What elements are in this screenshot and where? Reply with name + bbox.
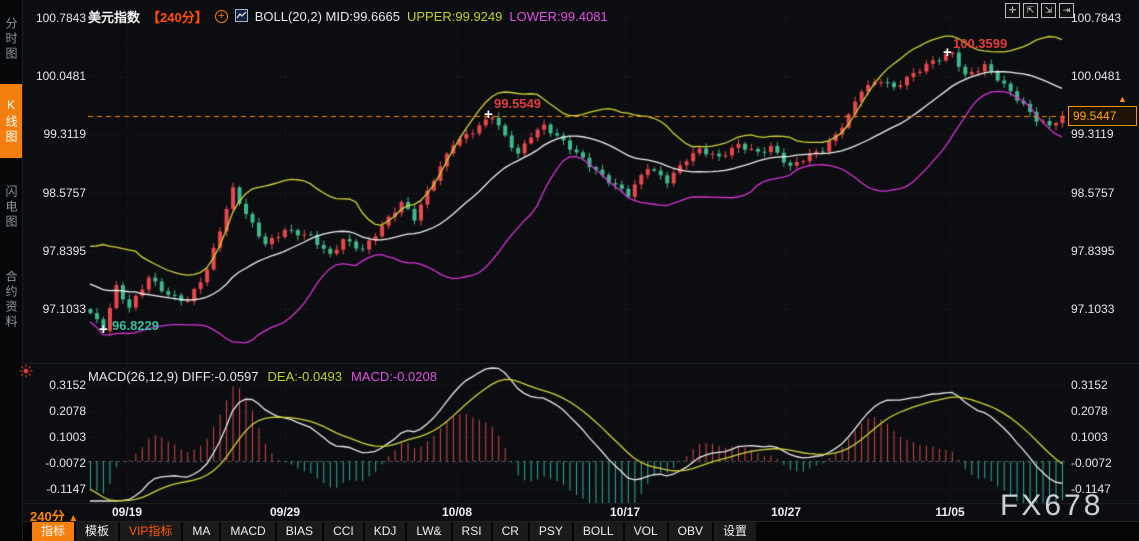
chart-tool-icons: ✛ ⇱ ⇲ ⇥ [1005, 3, 1074, 18]
macd-axis-label-left: 0.3152 [49, 378, 86, 392]
extreme-cross-marker: + [943, 44, 952, 61]
extreme-cross-marker: + [484, 106, 493, 123]
macd-axis-label-left: -0.1147 [46, 481, 86, 496]
price-axis-label-right: 100.0481 [1071, 69, 1122, 84]
toolbar-button-MA[interactable]: MA [183, 522, 220, 541]
axis-divider [23, 503, 1139, 504]
x-axis-date: 11/05 [935, 505, 965, 519]
pane-divider [23, 363, 1139, 364]
toolbar-button-KDJ[interactable]: KDJ [364, 522, 406, 541]
macd-title-bar: MACD(26,12,9) DIFF:-0.0597 DEA:-0.0493 M… [88, 369, 437, 384]
indicator-toolbar: 指标 模板 VIP指标 MA MACD BIAS CCI KDJ LW& RSI CR PSY BOLL… [32, 522, 756, 541]
toolbar-button-BOLL[interactable]: BOLL [573, 522, 623, 541]
chart-app: 分时图 K线图闪电图合约资料 美元指数 【240分】 + BOLL(20,2) M… [0, 0, 1139, 541]
macd-axis-label-right: 0.2078 [1071, 403, 1108, 418]
sidebar-tab-1[interactable]: K线图 [0, 84, 22, 158]
price-axis-label-left: 100.7843 [35, 11, 86, 25]
boll-upper-label: UPPER:99.9249 [406, 9, 503, 24]
extreme-price-annotation: 99.5549 [494, 96, 541, 111]
last-price-box: 99.5447 [1068, 105, 1137, 126]
axis-zoom-in-icon[interactable]: ⇱ [1023, 3, 1038, 18]
toolbar-button-VOL[interactable]: VOL [624, 522, 667, 541]
toolbar-button-PSY[interactable]: PSY [529, 522, 572, 541]
circle-plus-icon[interactable]: + [214, 10, 228, 23]
crosshair-icon[interactable]: ✛ [1005, 3, 1020, 18]
sidebar-tab-3[interactable]: 合约资料 [0, 254, 22, 346]
toolbar-button-MACD[interactable]: MACD [221, 522, 275, 541]
x-axis-date: 10/08 [441, 505, 473, 519]
interval-tag[interactable]: 【240分】 [147, 7, 208, 26]
axis-zoom-out-icon[interactable]: ⇲ [1041, 3, 1056, 18]
kline-chart-icon[interactable] [234, 8, 248, 25]
main-price-chart[interactable] [88, 12, 1066, 362]
macd-dea-label: DEA:-0.0493 [267, 369, 342, 384]
macd-axis-label-right: 0.3152 [1071, 378, 1108, 392]
extreme-price-annotation: 100.3599 [953, 36, 1008, 51]
macd-main-label: MACD(26,12,9) DIFF:-0.0597 [88, 369, 259, 384]
toolbar-button-VIP指标[interactable]: VIP指标 [120, 522, 182, 541]
collapse-right-icon[interactable]: ⇥ [1059, 3, 1074, 18]
watermark: FX678 [1000, 489, 1104, 522]
x-axis-date: 10/27 [770, 505, 802, 519]
toolbar-button-RSI[interactable]: RSI [452, 522, 491, 541]
x-axis-date: 09/29 [269, 505, 301, 519]
toolbar-button-CR[interactable]: CR [492, 522, 528, 541]
toolbar-button-设置[interactable]: 设置 [713, 522, 756, 541]
macd-axis-label-left: 0.1003 [49, 429, 86, 444]
price-axis-label-right: 97.1033 [1071, 301, 1115, 316]
macd-macd-label: MACD:-0.0208 [350, 369, 437, 384]
extreme-price-annotation: 96.8229 [112, 318, 159, 333]
last-price-value: 99.5447 [1073, 108, 1117, 123]
macd-axis-label-left: -0.0072 [45, 455, 86, 470]
price-marker-icon: ▲ [1118, 93, 1127, 104]
sidebar: 分时图 K线图闪电图合约资料 [0, 0, 23, 541]
toolbar-button-CCI[interactable]: CCI [324, 522, 363, 541]
price-axis-label-left: 98.5757 [42, 185, 86, 200]
extreme-cross-marker: + [99, 321, 108, 338]
alert-icon[interactable] [19, 364, 33, 378]
price-axis-label-left: 97.1033 [42, 301, 86, 316]
x-axis-date: 10/17 [609, 505, 641, 519]
price-axis-label-left: 100.0481 [35, 69, 86, 84]
macd-indicator-chart[interactable] [88, 366, 1066, 503]
sidebar-tab-0[interactable]: 分时图 [0, 4, 22, 74]
chart-title-bar: 美元指数 【240分】 + BOLL(20,2) MID:99.6665 UPP… [88, 7, 608, 26]
macd-axis-label-right: 0.1003 [1071, 429, 1108, 444]
toolbar-button-OBV[interactable]: OBV [668, 522, 712, 541]
price-axis-label-right: 97.8395 [1071, 243, 1115, 258]
price-axis-label-right: 99.3119 [1071, 127, 1114, 142]
symbol-name: 美元指数 [88, 10, 141, 25]
price-axis-label-left: 99.3119 [43, 127, 87, 142]
x-axis-date: 09/19 [111, 505, 143, 519]
price-axis-label-right: 98.5757 [1071, 185, 1115, 200]
sidebar-tab-2[interactable]: 闪电图 [0, 172, 22, 242]
toolbar-button-模板[interactable]: 模板 [76, 522, 119, 541]
toolbar-button-LW&[interactable]: LW& [407, 522, 451, 541]
toolbar-button-指标[interactable]: 指标 [32, 522, 75, 541]
price-axis-label-right: 100.7843 [1071, 11, 1122, 25]
macd-axis-label-left: 0.2078 [49, 403, 86, 418]
toolbar-button-BIAS[interactable]: BIAS [276, 522, 323, 541]
macd-axis-label-right: -0.0072 [1071, 455, 1112, 470]
boll-lower-label: LOWER:99.4081 [509, 9, 608, 24]
boll-mid-label: BOLL(20,2) MID:99.6665 [254, 9, 400, 24]
price-axis-label-left: 97.8395 [42, 243, 86, 258]
